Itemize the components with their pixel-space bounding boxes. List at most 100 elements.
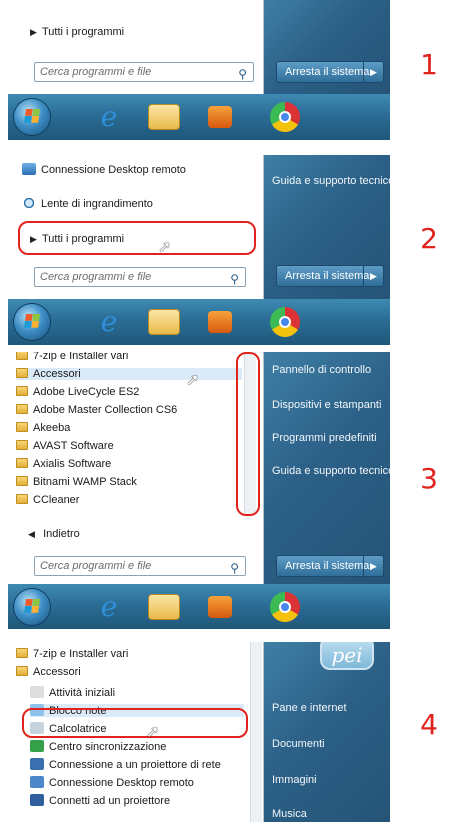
search-icon: ⚲ [238,67,247,81]
shutdown-options-icon[interactable]: ▶ [363,266,383,286]
scrollbar[interactable] [250,642,262,822]
system-pane: pei Pane e internet Documenti Immagini M… [264,642,390,822]
remote-desktop-icon [22,163,36,175]
chrome-icon[interactable] [270,102,300,132]
app-icon [30,776,44,788]
user-logo-text: pei [331,643,363,667]
start-orb-icon[interactable] [14,99,50,135]
mouse-cursor-icon: ➚ [186,372,200,389]
magnifier-item[interactable]: Lente di ingrandimento [22,197,153,210]
start-menu-step-3: 7-zip e Installer vari Accessori Adobe Liv… [8,352,390,629]
pane-e-internet-link[interactable]: Pane e internet [272,702,347,714]
programs-pane: ▶ Tutti i programmi Cerca programmi e fil… [8,0,264,94]
accessory-item[interactable]: Connetti ad un proiettore [30,794,170,807]
program-folder-item[interactable]: Adobe LiveCycle ES2 [16,386,242,398]
chrome-center [279,111,291,123]
accessory-item[interactable]: Connessione a un proiettore di rete [30,758,221,771]
file-explorer-icon[interactable] [148,104,180,130]
app-icon [30,794,44,806]
chrome-icon[interactable] [270,307,300,337]
shutdown-button[interactable]: Arresta il sistema ▶ [276,61,384,83]
program-folder-item[interactable]: 7-zip e Installer vari [16,648,128,660]
highlight-scrollbar [236,352,260,516]
program-folder-item[interactable]: Accessori [16,666,81,678]
folder-icon [16,386,28,396]
magnifier-icon [22,197,36,209]
program-folder-item[interactable]: AVAST Software [16,440,242,452]
mouse-cursor-icon: ➚ [158,239,172,256]
media-player-icon[interactable] [208,106,232,128]
media-player-icon[interactable] [208,596,232,618]
programs-pane: 7-zip e Installer vari Accessori Attività … [8,642,264,822]
taskbar: e [8,94,390,140]
search-input[interactable]: Cerca programmi e file ⚲ [34,62,254,82]
user-logo: pei [320,642,374,670]
folder-icon [16,422,28,432]
taskbar: e [8,299,390,345]
shutdown-options-icon[interactable]: ▶ [363,556,383,576]
folder-icon [16,666,28,676]
expand-arrow-icon: ▶ [30,27,37,37]
chrome-center [279,601,291,613]
program-folder-item[interactable]: Akeeba [16,422,242,434]
taskbar: e [8,584,390,629]
program-folder-item[interactable]: CCleaner [16,494,242,506]
search-input[interactable]: Cerca programmi e file ⚲ [34,267,246,287]
media-player-icon[interactable] [208,311,232,333]
internet-explorer-icon[interactable]: e [92,100,126,134]
highlight-notepad [22,708,248,738]
shutdown-button[interactable]: Arresta il sistema ▶ [276,555,384,577]
start-menu-step-4: 7-zip e Installer vari Accessori Attività … [8,642,390,822]
help-support-link[interactable]: Guida e supporto tecnico [272,465,390,477]
program-folder-item[interactable]: 7-zip e Installer vari [16,352,242,362]
folder-icon [16,494,28,504]
internet-explorer-icon[interactable]: e [92,590,126,624]
folder-icon [16,458,28,468]
step-number-1: 1 [420,48,438,81]
system-pane: Pannello di controllo Dispositivi e stam… [264,352,390,584]
back-item[interactable]: ◀ Indietro [28,528,80,540]
control-panel-link[interactable]: Pannello di controllo [272,364,371,376]
file-explorer-icon[interactable] [148,309,180,335]
programs-pane: Connessione Desktop remoto Lente di ingr… [8,155,264,299]
program-folder-item[interactable]: Axialis Software [16,458,242,470]
folder-icon [16,368,28,378]
start-orb-icon[interactable] [14,304,50,340]
program-folder-item[interactable]: Bitnami WAMP Stack [16,476,242,488]
start-menu-step-1: ▶ Tutti i programmi Cerca programmi e fil… [8,0,390,140]
step-number-3: 3 [420,462,438,495]
accessory-item[interactable]: Connessione Desktop remoto [30,776,194,789]
help-support-link[interactable]: Guida e supporto tecnico [272,175,390,187]
music-link[interactable]: Musica [272,808,307,820]
search-icon: ⚲ [230,561,239,575]
folder-icon [16,404,28,414]
start-orb-icon[interactable] [14,589,50,625]
default-programs-link[interactable]: Programmi predefiniti [272,432,377,444]
system-pane: Arresta il sistema ▶ [264,0,390,94]
devices-printers-link[interactable]: Dispositivi e stampanti [272,399,381,411]
step-number-2: 2 [420,222,438,255]
mouse-cursor-icon: ➚ [146,724,160,741]
highlight-all-programs [18,221,256,255]
remote-desktop-item[interactable]: Connessione Desktop remoto [22,163,186,176]
search-input[interactable]: Cerca programmi e file ⚲ [34,556,246,576]
programs-pane: 7-zip e Installer vari Accessori Adobe Liv… [8,352,264,584]
accessory-item[interactable]: Attività iniziali [30,686,115,699]
shutdown-options-icon[interactable]: ▶ [363,62,383,82]
program-folder-item[interactable]: Adobe Master Collection CS6 [16,404,242,416]
folder-icon [16,476,28,486]
search-icon: ⚲ [230,272,239,286]
file-explorer-icon[interactable] [148,594,180,620]
shutdown-button[interactable]: Arresta il sistema ▶ [276,265,384,287]
chrome-icon[interactable] [270,592,300,622]
program-folder-item[interactable]: Accessori [16,368,242,380]
step-number-4: 4 [420,708,438,741]
documents-link[interactable]: Documenti [272,738,325,750]
all-programs-item[interactable]: ▶ Tutti i programmi [30,26,124,38]
start-menu-step-2: Connessione Desktop remoto Lente di ingr… [8,155,390,345]
chrome-center [279,316,291,328]
internet-explorer-icon[interactable]: e [92,305,126,339]
app-icon [30,740,44,752]
pictures-link[interactable]: Immagini [272,774,317,786]
folder-icon [16,648,28,658]
